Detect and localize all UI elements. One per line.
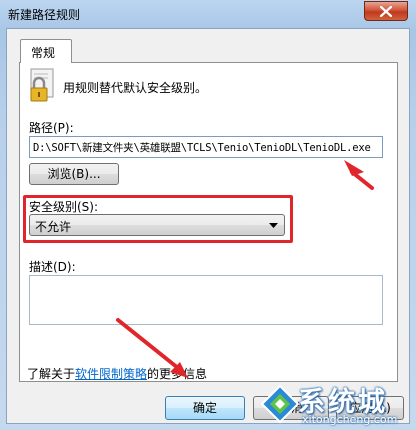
learn-more-suffix: 的更多信息 bbox=[147, 367, 208, 381]
highlight-box bbox=[23, 195, 293, 243]
watermark-logo-icon bbox=[260, 384, 300, 424]
path-input[interactable]: D:\SOFT\新建文件夹\英雄联盟\TCLS\Tenio\TenioDL\Te… bbox=[29, 136, 383, 158]
path-label: 路径(P): bbox=[29, 121, 74, 135]
ok-button[interactable]: 确定 bbox=[165, 396, 245, 420]
tab-general-label: 常规 bbox=[31, 46, 56, 60]
browse-button[interactable]: 浏览(B)... bbox=[29, 163, 119, 185]
describe-label: 描述(D): bbox=[29, 260, 76, 274]
title-bar: 新建路径规则 bbox=[0, 0, 416, 28]
tab-general[interactable]: 常规 bbox=[20, 39, 72, 63]
rule-description: 用规则替代默认安全级别。 bbox=[63, 81, 208, 95]
dialog-window: 新建路径规则 常规 用规则替代默认安全级别。 路径(P): D:\SOFT\新建… bbox=[0, 0, 416, 430]
watermark-url: xitongcheng.com bbox=[302, 413, 398, 426]
policy-link[interactable]: 软件限制策略 bbox=[75, 367, 147, 381]
close-icon bbox=[380, 6, 392, 17]
watermark: 系统城 xitongcheng.com bbox=[258, 380, 416, 430]
learn-more-prefix: 了解关于 bbox=[27, 367, 76, 381]
close-button[interactable] bbox=[364, 1, 408, 21]
learn-more-text: 了解关于软件限制策略的更多信息 bbox=[27, 365, 207, 382]
description-field[interactable] bbox=[29, 275, 383, 325]
window-title: 新建路径规则 bbox=[8, 8, 81, 22]
lock-icon bbox=[30, 68, 54, 102]
dialog-client-area: 常规 用规则替代默认安全级别。 路径(P): D:\SOFT\新建文件夹\英雄联… bbox=[6, 28, 410, 424]
